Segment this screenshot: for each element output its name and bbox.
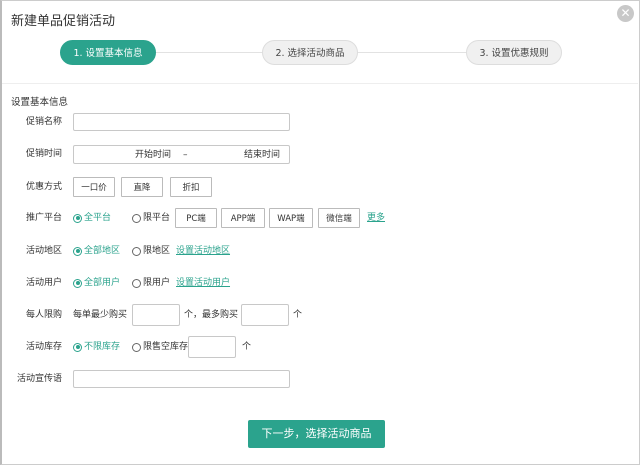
radio-label: 全平台 (84, 213, 112, 223)
step-connector (357, 52, 466, 53)
range-separator: – (183, 150, 188, 160)
users-limited-radio[interactable]: 限用户 (132, 277, 170, 289)
stock-input[interactable] (188, 336, 236, 358)
time-range-input[interactable]: 开始时间 – 结束时间 (73, 145, 290, 164)
discount-percent-button[interactable]: 折扣 (170, 177, 212, 197)
start-time-placeholder[interactable]: 开始时间 (135, 149, 171, 161)
platform-pc-button[interactable]: PC端 (175, 208, 217, 228)
slogan-input[interactable] (73, 370, 290, 388)
radio-unchecked-icon (132, 213, 141, 223)
set-users-link[interactable]: 设置活动用户 (176, 277, 230, 289)
dialog-frame (0, 0, 640, 465)
step-connector (155, 52, 262, 53)
discount-label: 优惠方式 (25, 182, 62, 192)
platform-limited-radio[interactable]: 限平台 (132, 212, 170, 224)
stock-unit: 个 (242, 342, 252, 352)
radio-label: 限用户 (143, 278, 171, 288)
platform-wechat-button[interactable]: 微信端 (318, 208, 360, 228)
radio-label: 不限库存 (84, 342, 121, 352)
region-limited-radio[interactable]: 限地区 (132, 245, 170, 257)
min-buy-prefix: 每单最少购买 (73, 310, 128, 320)
step-3[interactable]: 3. 设置优惠规则 (466, 40, 562, 65)
users-label: 活动用户 (25, 278, 62, 288)
radio-label: 限平台 (143, 213, 171, 223)
radio-checked-icon (73, 342, 82, 352)
region-all-radio[interactable]: 全部地区 (73, 245, 120, 257)
radio-checked-icon (73, 278, 82, 288)
max-buy-unit: 个 (293, 310, 303, 320)
slogan-label: 活动宣传语 (16, 374, 62, 384)
limit-label: 每人限购 (25, 310, 62, 320)
discount-direct-button[interactable]: 直降 (121, 177, 163, 197)
step-1[interactable]: 1. 设置基本信息 (60, 40, 156, 65)
step-2[interactable]: 2. 选择活动商品 (262, 40, 358, 65)
users-all-radio[interactable]: 全部用户 (73, 277, 120, 289)
stock-label: 活动库存 (25, 342, 62, 352)
radio-label: 限售空库存 (143, 342, 189, 352)
radio-unchecked-icon (132, 246, 141, 256)
radio-label: 限地区 (143, 246, 171, 256)
set-region-link[interactable]: 设置活动地区 (176, 245, 230, 257)
section-title: 设置基本信息 (11, 97, 69, 108)
more-platforms-link[interactable]: 更多 (367, 212, 385, 224)
radio-label: 全部用户 (84, 278, 121, 288)
close-icon[interactable]: ✕ (617, 5, 634, 22)
discount-fixed-price-button[interactable]: 一口价 (73, 177, 115, 197)
region-label: 活动地区 (25, 246, 62, 256)
next-step-button[interactable]: 下一步，选择活动商品 (248, 420, 385, 448)
name-label: 促销名称 (25, 117, 62, 127)
radio-checked-icon (73, 246, 82, 256)
dialog-title: 新建单品促销活动 (11, 14, 116, 29)
radio-label: 全部地区 (84, 246, 121, 256)
platform-app-button[interactable]: APP端 (221, 208, 265, 228)
divider (2, 83, 638, 84)
max-buy-input[interactable] (241, 304, 289, 326)
platform-all-radio[interactable]: 全平台 (73, 212, 111, 224)
time-label: 促销时间 (25, 149, 62, 159)
stock-limited-radio[interactable]: 限售空库存 (132, 341, 188, 353)
radio-unchecked-icon (132, 278, 141, 288)
radio-unchecked-icon (132, 342, 141, 352)
promo-name-input[interactable] (73, 113, 290, 131)
max-buy-prefix: 个，最多购买 (184, 310, 239, 320)
end-time-placeholder[interactable]: 结束时间 (244, 149, 280, 161)
stock-unlimited-radio[interactable]: 不限库存 (73, 341, 120, 353)
platform-wap-button[interactable]: WAP端 (269, 208, 313, 228)
platform-label: 推广平台 (25, 213, 62, 223)
min-buy-input[interactable] (132, 304, 180, 326)
radio-checked-icon (73, 213, 82, 223)
